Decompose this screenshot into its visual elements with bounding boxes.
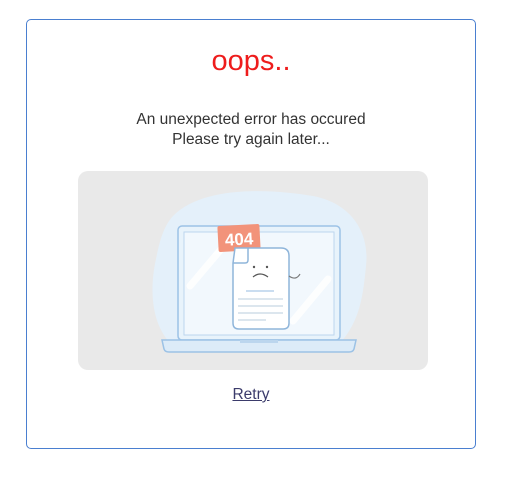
error-message-line-2: Please try again later...: [172, 131, 330, 148]
error-illustration: 404: [78, 171, 428, 370]
error-title: oops..: [211, 45, 291, 77]
retry-container: Retry: [27, 385, 475, 405]
error-message-line-1: An unexpected error has occured: [136, 111, 366, 128]
retry-link[interactable]: Retry: [232, 386, 269, 403]
error-card: oops.. An unexpected error has occured P…: [26, 19, 476, 449]
badge-404-text: 404: [224, 229, 254, 249]
